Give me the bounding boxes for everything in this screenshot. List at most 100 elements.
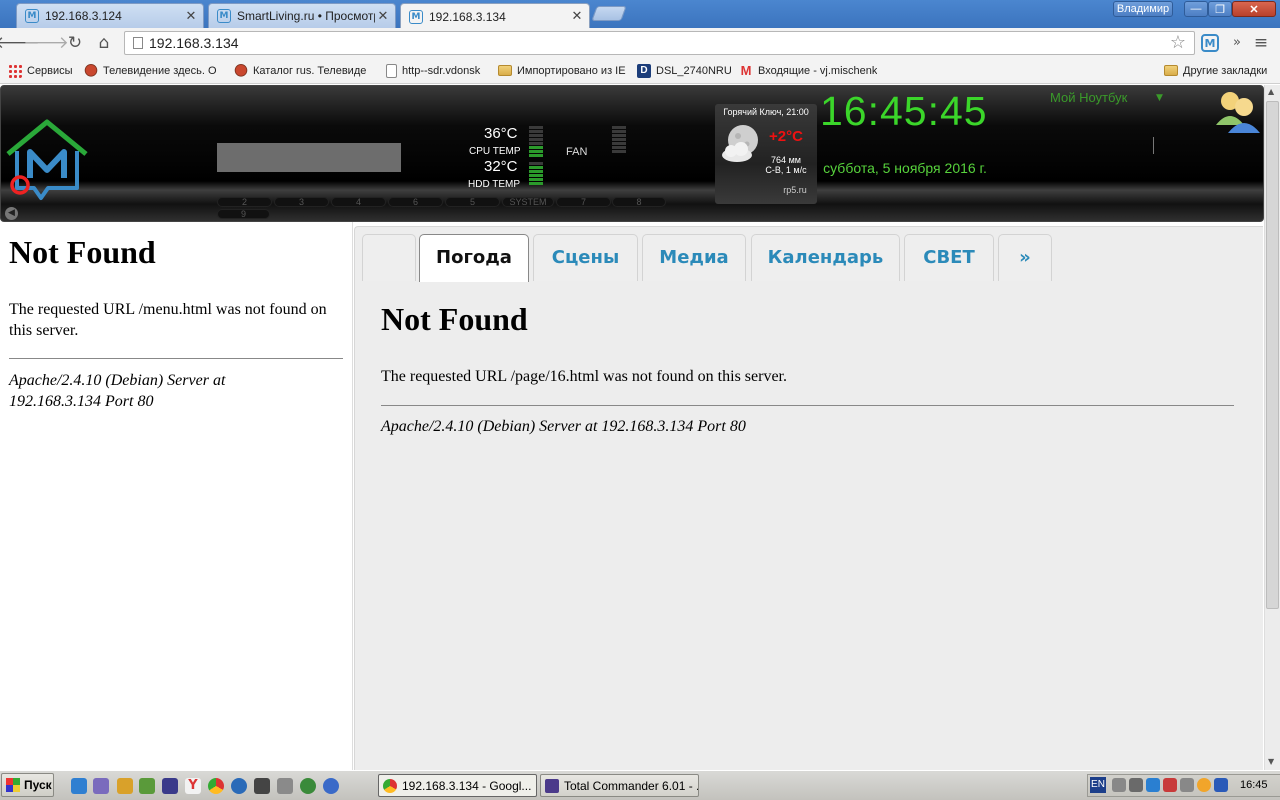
task-label: 192.168.3.134 - Googl... xyxy=(402,778,532,793)
address-text[interactable]: 192.168.3.134 xyxy=(149,35,239,51)
language-indicator[interactable]: EN xyxy=(1090,777,1106,793)
browser-tab-3-active[interactable]: M 192.168.3.134 ✕ xyxy=(400,3,590,29)
more-extensions-icon[interactable]: » xyxy=(1230,35,1244,51)
browser-tab-1[interactable]: M 192.168.3.124 ✕ xyxy=(16,3,204,28)
tab-close-icon[interactable]: ✕ xyxy=(569,9,585,24)
start-button[interactable]: Пуск xyxy=(1,773,54,797)
tab-close-icon[interactable]: ✕ xyxy=(375,9,391,24)
bookmarks-bar: Сервисы Телевидение здесь. О Каталог rus… xyxy=(0,58,1280,84)
app-icon[interactable] xyxy=(323,778,339,794)
bookmark-dsl[interactable]: D DSL_2740NRU xyxy=(637,62,733,79)
microphone-icon[interactable] xyxy=(1112,778,1126,792)
bookmark-gmail[interactable]: M Входящие - vj.mischenk xyxy=(739,62,877,79)
minimize-button[interactable]: — xyxy=(1184,1,1208,17)
app-icon[interactable] xyxy=(254,778,270,794)
scroll-thumb[interactable] xyxy=(1266,101,1279,609)
scene-pill-2[interactable]: 2 xyxy=(217,197,272,207)
browser-menu-icon[interactable]: ≡ xyxy=(1252,34,1270,52)
maximize-button[interactable]: ❐ xyxy=(1208,1,1232,17)
tab-weather[interactable]: Погода xyxy=(419,234,529,282)
scene-pill-7[interactable]: 7 xyxy=(556,197,611,207)
weather-city-time: Горячий Ключ, 21:00 xyxy=(723,107,809,117)
status-bar-placeholder xyxy=(217,143,401,172)
reload-icon[interactable]: ↻ xyxy=(63,32,87,54)
tab-media[interactable]: Медиа xyxy=(642,234,746,281)
network-icon[interactable] xyxy=(1146,778,1160,792)
scene-pill-8[interactable]: 8 xyxy=(612,197,666,207)
tab-scenes[interactable]: Сцены xyxy=(533,234,638,281)
tab-empty[interactable] xyxy=(362,234,416,281)
tray-app-icon[interactable] xyxy=(1180,778,1194,792)
collapse-arrow-icon[interactable]: ◀ xyxy=(5,207,18,220)
save-icon[interactable] xyxy=(162,778,178,794)
tray-app-icon[interactable] xyxy=(1129,778,1143,792)
yandex-icon[interactable]: Y xyxy=(185,778,201,794)
app-icon[interactable] xyxy=(93,778,109,794)
right-not-found-message: The requested URL /page/16.html was not … xyxy=(381,368,787,385)
app-icon[interactable] xyxy=(139,778,155,794)
taskbar-task-chrome[interactable]: 192.168.3.134 - Googl... xyxy=(378,774,537,797)
scene-pill-system[interactable]: SYSTEM xyxy=(502,197,554,207)
home-icon[interactable]: ⌂ xyxy=(92,32,116,54)
address-bar[interactable]: 192.168.3.134 xyxy=(124,31,1195,55)
fan-meter xyxy=(612,126,626,154)
weather-wind: С-В, 1 м/с xyxy=(765,165,807,175)
tab-more[interactable]: » xyxy=(998,234,1052,281)
date-text: суббота, 5 ноября 2016 г. xyxy=(823,160,987,176)
bookmark-imported-ie[interactable]: Импортировано из IE xyxy=(498,62,628,79)
scene-pill-6[interactable]: 6 xyxy=(388,197,443,207)
cpu-meter xyxy=(529,126,543,158)
bookmark-sdr[interactable]: http--sdr.vdonsk xyxy=(386,62,492,79)
scroll-up-arrow-icon[interactable]: ▲ xyxy=(1268,87,1274,96)
majordomo-logo-icon[interactable] xyxy=(4,118,90,206)
bookmark-other[interactable]: Другие закладки xyxy=(1164,62,1276,79)
dropdown-arrow-icon[interactable]: ▼ xyxy=(1156,93,1163,103)
taskbar-task-total-commander[interactable]: Total Commander 6.01 - ... xyxy=(540,774,699,797)
app-icon[interactable] xyxy=(300,778,316,794)
bookmark-apps[interactable]: Сервисы xyxy=(8,62,78,79)
ie-icon[interactable] xyxy=(71,778,87,794)
bookmark-star-icon[interactable]: ☆ xyxy=(1168,33,1188,53)
app-icon[interactable] xyxy=(117,778,133,794)
hdd-temp-label: HDD TEMP xyxy=(468,179,521,190)
tab-label: SmartLiving.ru • Просмотр т xyxy=(237,9,375,23)
divider xyxy=(1153,137,1154,154)
browser-tab-2[interactable]: M SmartLiving.ru • Просмотр т ✕ xyxy=(208,3,396,28)
apps-icon xyxy=(8,63,22,78)
scene-pill-9[interactable]: 9 xyxy=(217,209,270,219)
weather-source-link[interactable]: rp5.ru xyxy=(775,185,815,195)
bookmark-label: Каталог rus. Телевиде xyxy=(253,64,367,77)
tab-label: 192.168.3.124 xyxy=(45,9,122,23)
fan-label: FAN xyxy=(566,146,588,158)
bookmark-tv-2[interactable]: Каталог rus. Телевиде xyxy=(234,62,372,79)
smartliving-extension-icon[interactable]: M xyxy=(1201,34,1219,52)
bookmark-tv-1[interactable]: Телевидение здесь. О xyxy=(84,62,222,79)
tray-app-icon[interactable] xyxy=(1214,778,1228,792)
weather-widget[interactable]: Горячий Ключ, 21:00 +2°C 764 мм С-В, 1 м… xyxy=(715,104,817,204)
app-icon[interactable] xyxy=(231,778,247,794)
close-window-button[interactable]: ✕ xyxy=(1232,1,1276,17)
scene-pill-5[interactable]: 5 xyxy=(445,197,500,207)
tab-close-icon[interactable]: ✕ xyxy=(183,9,199,24)
right-server-address: Apache/2.4.10 (Debian) Server at 192.168… xyxy=(381,418,746,435)
tray-app-icon[interactable] xyxy=(1163,778,1177,792)
tray-app-icon[interactable] xyxy=(1197,778,1211,792)
scene-pill-3[interactable]: 3 xyxy=(274,197,329,207)
tab-calendar[interactable]: Календарь xyxy=(751,234,900,281)
scene-pill-4[interactable]: 4 xyxy=(331,197,386,207)
device-select[interactable]: Мой Ноутбук xyxy=(1050,90,1170,106)
right-divider xyxy=(381,405,1234,406)
start-label: Пуск xyxy=(24,778,52,792)
total-commander-icon xyxy=(545,778,559,793)
tools-icon[interactable] xyxy=(277,778,293,794)
scroll-down-arrow-icon[interactable]: ▼ xyxy=(1268,757,1274,766)
profile-button[interactable]: Владимир xyxy=(1113,1,1173,17)
tab-light[interactable]: СВЕТ xyxy=(904,234,994,281)
folder-icon xyxy=(498,65,512,76)
chrome-icon[interactable] xyxy=(208,778,224,794)
forward-arrow-icon[interactable]: 🡒 xyxy=(23,32,69,54)
users-icon[interactable] xyxy=(1214,89,1262,135)
bookmark-label: Сервисы xyxy=(27,64,73,77)
tv-icon xyxy=(234,63,248,78)
new-tab-button[interactable] xyxy=(591,6,627,21)
